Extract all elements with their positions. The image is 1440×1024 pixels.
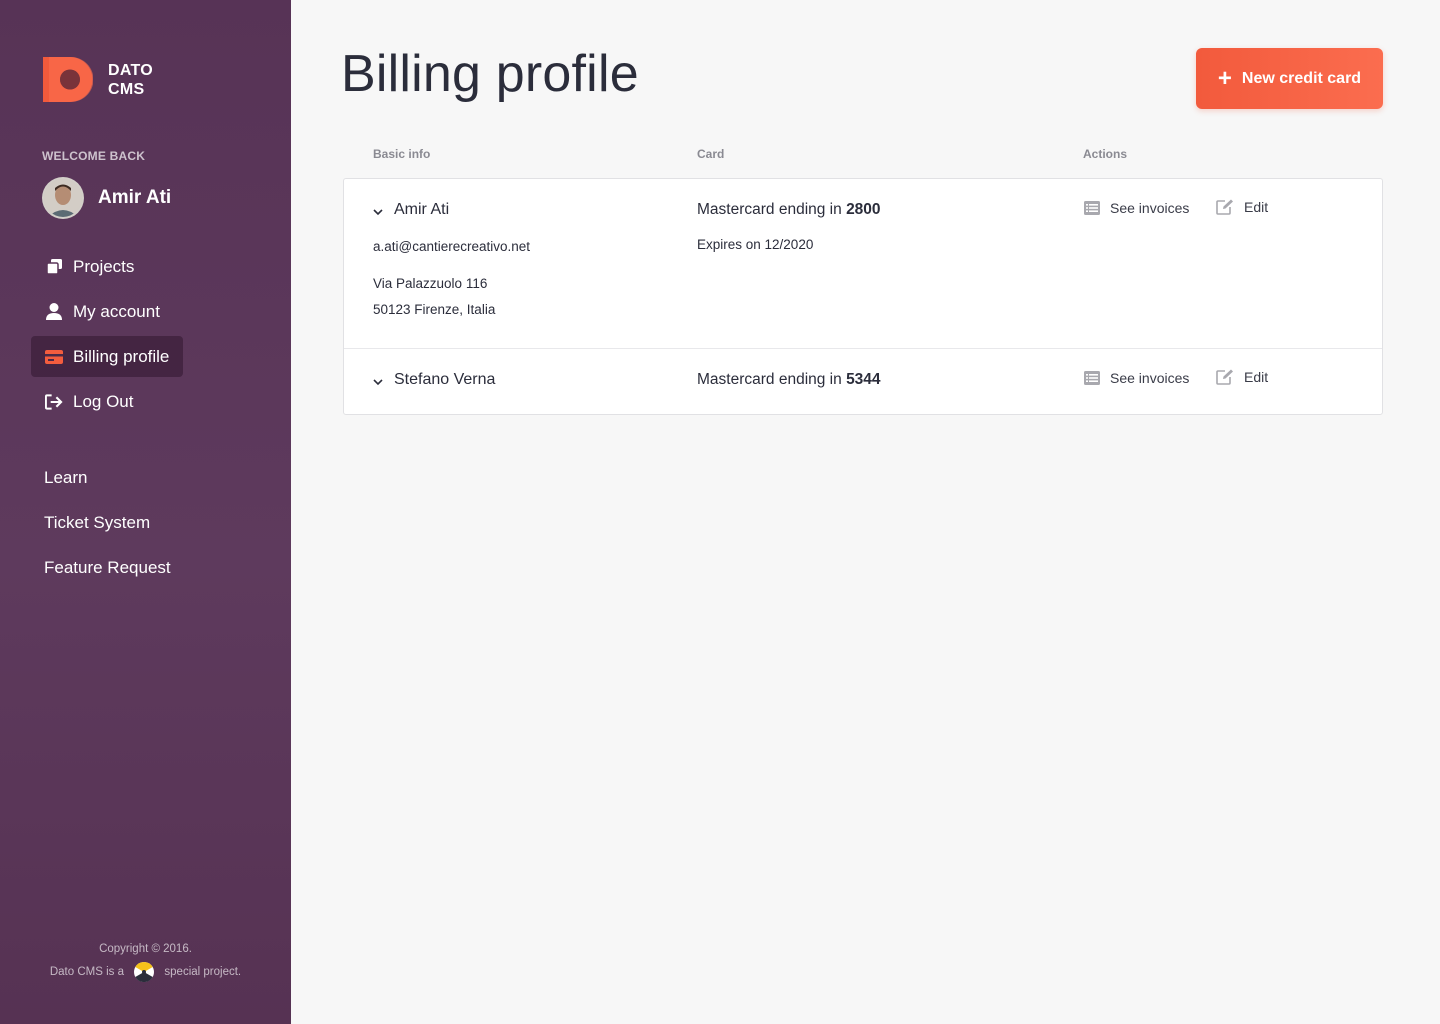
sidebar-item-label: Projects bbox=[73, 256, 135, 276]
brand-logo[interactable]: DATO CMS bbox=[43, 57, 153, 102]
sidebar-item-label: Billing profile bbox=[73, 346, 170, 366]
edit-button[interactable]: Edit bbox=[1216, 199, 1268, 215]
copyright-text: Copyright © 2016. bbox=[99, 943, 192, 955]
tagline-before: Dato CMS is a bbox=[49, 966, 124, 978]
sidebar: DATO CMS WELCOME BACK Amir Ati Projects bbox=[0, 0, 291, 1024]
logout-icon bbox=[45, 393, 63, 411]
brand-line-2: CMS bbox=[108, 80, 145, 98]
link-ticket-system[interactable]: Ticket System bbox=[44, 511, 171, 556]
card-description: Mastercard ending in 2800 bbox=[697, 201, 881, 219]
edit-icon bbox=[1216, 369, 1233, 385]
page-title: Billing profile bbox=[341, 45, 639, 103]
see-invoices-label: See invoices bbox=[1110, 200, 1190, 216]
cantiere-creativo-logo-icon[interactable] bbox=[134, 961, 155, 983]
dato-logo-icon bbox=[43, 57, 93, 102]
brand-text: DATO CMS bbox=[108, 61, 153, 99]
table-row: Amir Ati a.ati@cantierecreativo.net Via … bbox=[344, 179, 1382, 349]
edit-label: Edit bbox=[1244, 369, 1269, 385]
column-header-basic-info: Basic info bbox=[373, 147, 431, 161]
sidebar-item-label: My account bbox=[73, 301, 160, 321]
credit-card-icon bbox=[45, 348, 63, 366]
link-learn[interactable]: Learn bbox=[44, 466, 171, 511]
welcome-label: WELCOME BACK bbox=[42, 149, 146, 163]
see-invoices-label: See invoices bbox=[1110, 370, 1190, 386]
edit-icon bbox=[1216, 199, 1233, 215]
profile-name: Amir Ati bbox=[394, 201, 450, 218]
sidebar-links: Learn Ticket System Feature Request bbox=[44, 466, 171, 601]
sidebar-item-label: Log Out bbox=[73, 391, 134, 411]
invoices-icon bbox=[1084, 201, 1100, 215]
sidebar-nav: Projects My account Billing profile Log … bbox=[31, 246, 183, 426]
projects-icon bbox=[45, 258, 63, 276]
sidebar-item-log-out[interactable]: Log Out bbox=[31, 381, 183, 422]
invoices-icon bbox=[1084, 371, 1100, 385]
column-header-card: Card bbox=[697, 147, 725, 161]
footer-tagline: Dato CMS is a special project. bbox=[0, 961, 291, 984]
card-prefix: Mastercard ending in bbox=[697, 371, 842, 388]
user-name: Amir Ati bbox=[98, 187, 172, 208]
profile-address-line-1: Via Palazzuolo 116 bbox=[373, 276, 488, 291]
column-header-actions: Actions bbox=[1083, 147, 1128, 161]
see-invoices-button[interactable]: See invoices bbox=[1084, 200, 1189, 216]
new-credit-card-label: New credit card bbox=[1241, 69, 1362, 87]
chevron-down-icon[interactable] bbox=[372, 375, 384, 387]
card-description: Mastercard ending in 5344 bbox=[697, 371, 881, 389]
brand-line-1: DATO bbox=[108, 61, 154, 79]
user-icon bbox=[45, 303, 63, 321]
link-feature-request[interactable]: Feature Request bbox=[44, 556, 171, 601]
profile-email: a.ati@cantierecreativo.net bbox=[373, 239, 531, 254]
table-row: Stefano Verna Mastercard ending in 5344 … bbox=[344, 349, 1382, 414]
chevron-down-icon[interactable] bbox=[372, 205, 384, 217]
billing-profiles-table: Amir Ati a.ati@cantierecreativo.net Via … bbox=[343, 178, 1383, 415]
profile-address-line-2: 50123 Firenze, Italia bbox=[373, 302, 496, 317]
card-expiry: Expires on 12/2020 bbox=[697, 237, 814, 252]
edit-label: Edit bbox=[1244, 199, 1269, 215]
card-last4: 5344 bbox=[846, 371, 881, 388]
avatar[interactable] bbox=[42, 177, 84, 219]
sidebar-item-billing-profile[interactable]: Billing profile bbox=[31, 336, 183, 377]
profile-name: Stefano Verna bbox=[394, 371, 496, 388]
card-prefix: Mastercard ending in bbox=[697, 201, 842, 218]
sidebar-item-projects[interactable]: Projects bbox=[31, 246, 183, 287]
edit-button[interactable]: Edit bbox=[1216, 369, 1268, 385]
see-invoices-button[interactable]: See invoices bbox=[1084, 370, 1189, 386]
current-user: Amir Ati bbox=[42, 177, 171, 219]
new-credit-card-button[interactable]: + New credit card bbox=[1196, 48, 1383, 109]
card-last4: 2800 bbox=[846, 201, 881, 218]
tagline-after: special project. bbox=[164, 966, 242, 978]
sidebar-item-my-account[interactable]: My account bbox=[31, 291, 183, 332]
plus-icon: + bbox=[1217, 64, 1232, 92]
sidebar-footer: Copyright © 2016. Dato CMS is a special … bbox=[0, 938, 291, 984]
